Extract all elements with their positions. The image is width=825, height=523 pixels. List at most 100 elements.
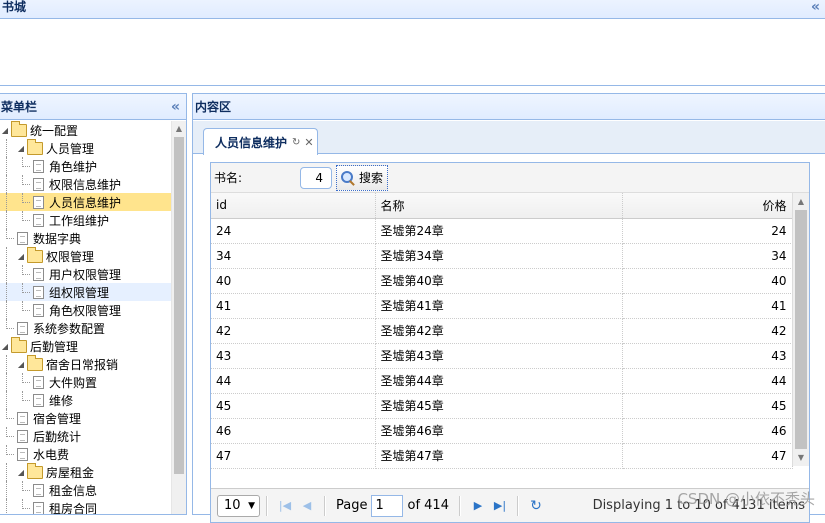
tree-indent bbox=[15, 373, 31, 391]
double-chevron-left-icon[interactable]: « bbox=[171, 99, 180, 115]
cell-id: 44 bbox=[211, 368, 375, 393]
tree-node[interactable]: 用户权限管理 bbox=[0, 265, 171, 283]
tree-indent bbox=[15, 301, 31, 319]
tree-node[interactable]: ◢ 统一配置 bbox=[0, 121, 171, 139]
tree-node[interactable]: 角色权限管理 bbox=[0, 301, 171, 319]
tree-node[interactable]: 水电费 bbox=[0, 445, 171, 463]
scroll-up-arrow-icon[interactable]: ▲ bbox=[793, 193, 809, 210]
tree-indent bbox=[0, 499, 15, 514]
tree-node[interactable]: 大件购置 bbox=[0, 373, 171, 391]
table-row[interactable]: 47圣墟第47章47 bbox=[211, 443, 792, 468]
tree-node-label: 后勤统计 bbox=[33, 428, 81, 445]
tabs-header: 人员信息维护 ↻ ✕ bbox=[193, 121, 825, 154]
datagrid: 书名: 4 搜索 id 名称 价格 24圣墟第24章2434圣墟第34章3440… bbox=[210, 162, 810, 523]
table-row[interactable]: 24圣墟第24章24 bbox=[211, 218, 792, 243]
tree-indent bbox=[0, 229, 15, 247]
tree-node-label: 人员管理 bbox=[46, 140, 94, 157]
tree-node[interactable]: ◢后勤管理 bbox=[0, 337, 171, 355]
tree-node-label: 房屋租金 bbox=[46, 464, 94, 481]
expand-toggle-icon[interactable]: ◢ bbox=[15, 252, 27, 261]
prev-page-icon[interactable]: ◀ bbox=[296, 495, 318, 517]
tree-indent bbox=[0, 283, 15, 301]
table-row[interactable]: 34圣墟第34章34 bbox=[211, 243, 792, 268]
tree-indent bbox=[0, 193, 15, 211]
expand-toggle-icon[interactable]: ◢ bbox=[0, 342, 11, 351]
tree-node-label: 租金信息 bbox=[49, 482, 97, 499]
column-header-price[interactable]: 价格 bbox=[622, 193, 792, 218]
tree-indent bbox=[0, 373, 15, 391]
west-menu-panel: 菜单栏 « ◢统一配置◢人员管理角色维护权限信息维护人员信息维护工作组维护数据字… bbox=[0, 93, 187, 515]
page-number-input[interactable]: 1 bbox=[371, 495, 403, 517]
tree-node-label: 系统参数配置 bbox=[33, 320, 105, 337]
expand-toggle-icon[interactable]: ◢ bbox=[0, 126, 11, 135]
tree-node[interactable]: 系统参数配置 bbox=[0, 319, 171, 337]
last-page-icon[interactable]: ▶| bbox=[489, 495, 511, 517]
double-chevron-up-icon[interactable]: « bbox=[811, 0, 820, 15]
tree-node[interactable]: ◢ 房屋租金 bbox=[0, 463, 171, 481]
scroll-up-arrow-icon[interactable]: ▲ bbox=[172, 121, 186, 136]
close-icon[interactable]: ✕ bbox=[304, 136, 313, 149]
tree-node[interactable]: ◢ 人员管理 bbox=[0, 139, 171, 157]
tree-indent bbox=[0, 301, 15, 319]
table-row[interactable]: 46圣墟第46章46 bbox=[211, 418, 792, 443]
cell-price: 43 bbox=[622, 343, 792, 368]
expand-toggle-icon[interactable]: ◢ bbox=[15, 360, 27, 369]
tree-indent bbox=[0, 247, 15, 265]
column-header-name[interactable]: 名称 bbox=[375, 193, 622, 218]
file-icon bbox=[33, 178, 44, 191]
tree-node[interactable]: ◢宿舍日常报销 bbox=[0, 355, 171, 373]
column-header-id[interactable]: id bbox=[211, 193, 375, 218]
tree-node-label: 维修 bbox=[49, 392, 73, 409]
tree-node[interactable]: 人员信息维护 bbox=[0, 193, 171, 211]
tree-node[interactable]: 工作组维护 bbox=[0, 211, 171, 229]
tree-node[interactable]: 宿舍管理 bbox=[0, 409, 171, 427]
refresh-icon[interactable]: ↻ bbox=[292, 137, 300, 148]
tree-node[interactable]: 角色维护 bbox=[0, 157, 171, 175]
table-row[interactable]: 44圣墟第44章44 bbox=[211, 368, 792, 393]
search-button[interactable]: 搜索 bbox=[336, 165, 388, 191]
tree-node[interactable]: 权限信息维护 bbox=[0, 175, 171, 193]
tree-indent bbox=[15, 265, 31, 283]
pager-separator bbox=[517, 496, 519, 516]
file-icon bbox=[33, 484, 44, 497]
tree-node[interactable]: 数据字典 bbox=[0, 229, 171, 247]
cell-price: 46 bbox=[622, 418, 792, 443]
scroll-down-arrow-icon[interactable]: ▼ bbox=[793, 449, 809, 466]
scrollbar-thumb[interactable] bbox=[174, 137, 184, 474]
tree-node[interactable]: ◢权限管理 bbox=[0, 247, 171, 265]
book-name-input[interactable]: 4 bbox=[300, 167, 332, 189]
file-icon bbox=[33, 160, 44, 173]
tree-indent bbox=[15, 391, 31, 409]
expand-toggle-icon[interactable]: ◢ bbox=[15, 468, 27, 477]
tree-node[interactable]: 租金信息 bbox=[0, 481, 171, 499]
first-page-icon[interactable]: |◀ bbox=[274, 495, 296, 517]
menu-scrollbar[interactable]: ▲ bbox=[171, 121, 186, 514]
tree-indent bbox=[0, 427, 15, 445]
refresh-icon[interactable]: ↻ bbox=[525, 495, 547, 517]
page-size-select[interactable]: 10 ▼ bbox=[217, 495, 260, 517]
cell-name: 圣墟第45章 bbox=[375, 393, 622, 418]
center-header: 内容区 bbox=[193, 94, 825, 120]
table-row[interactable]: 45圣墟第45章45 bbox=[211, 393, 792, 418]
tree-node-label: 角色权限管理 bbox=[49, 302, 121, 319]
table-row[interactable]: 41圣墟第41章41 bbox=[211, 293, 792, 318]
scrollbar-thumb[interactable] bbox=[795, 210, 807, 449]
next-page-icon[interactable]: ▶ bbox=[467, 495, 489, 517]
tree-indent bbox=[15, 193, 31, 211]
cell-price: 40 bbox=[622, 268, 792, 293]
tab-person-info[interactable]: 人员信息维护 ↻ ✕ bbox=[203, 128, 318, 155]
cell-id: 24 bbox=[211, 218, 375, 243]
tree-node[interactable]: 后勤统计 bbox=[0, 427, 171, 445]
table-row[interactable]: 43圣墟第43章43 bbox=[211, 343, 792, 368]
cell-name: 圣墟第44章 bbox=[375, 368, 622, 393]
tree-node[interactable]: 维修 bbox=[0, 391, 171, 409]
grid-scrollbar[interactable]: ▲ ▼ bbox=[792, 193, 809, 466]
table-row[interactable]: 40圣墟第40章40 bbox=[211, 268, 792, 293]
expand-toggle-icon[interactable]: ◢ bbox=[15, 144, 27, 153]
tree-node[interactable]: 组权限管理 bbox=[0, 283, 171, 301]
tree-node-label: 水电费 bbox=[33, 446, 69, 463]
file-icon bbox=[33, 268, 44, 281]
tree-node[interactable]: 租房合同 bbox=[0, 499, 171, 514]
tree-node-label: 统一配置 bbox=[30, 122, 78, 139]
table-row[interactable]: 42圣墟第42章42 bbox=[211, 318, 792, 343]
